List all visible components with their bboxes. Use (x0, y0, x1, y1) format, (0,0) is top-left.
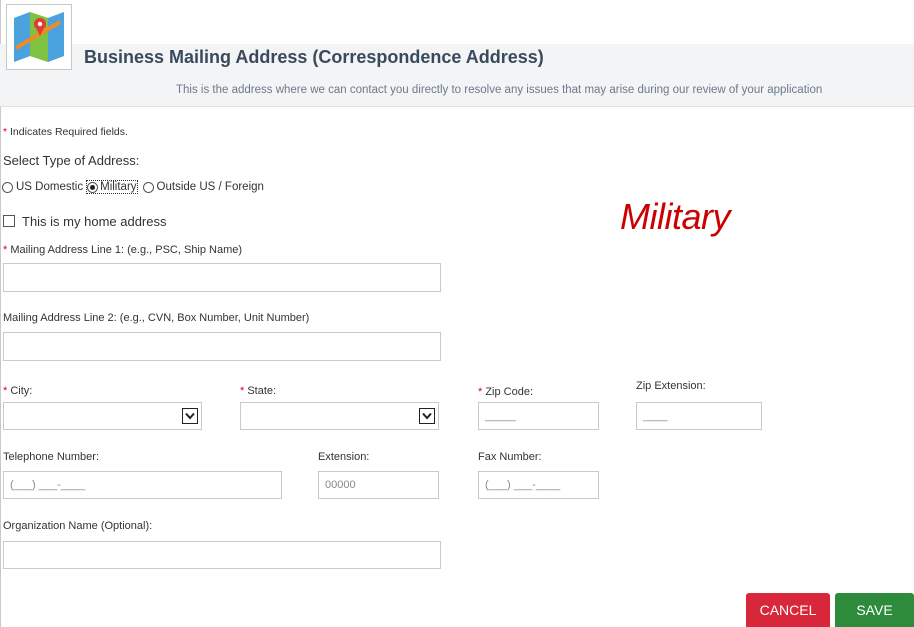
page-subtitle: This is the address where we can contact… (176, 84, 823, 96)
logo (6, 4, 72, 70)
radio-outside-us[interactable]: Outside US / Foreign (142, 181, 264, 193)
fax-input[interactable]: (___) ___-____ (478, 471, 599, 499)
state-select[interactable] (240, 402, 439, 430)
organization-label: Organization Name (Optional): (3, 520, 153, 532)
extension-input[interactable]: 00000 (318, 471, 439, 499)
radio-us-domestic[interactable]: US Domestic (2, 181, 83, 193)
extension-label: Extension: (318, 451, 370, 463)
address-line2-input[interactable] (3, 332, 441, 361)
cancel-button[interactable]: CANCEL (746, 593, 830, 627)
radio-military[interactable]: Military (86, 180, 138, 194)
radio-label: US Domestic (16, 181, 84, 193)
telephone-label: Telephone Number: (3, 451, 100, 463)
map-icon (14, 12, 64, 62)
address-line2-label: Mailing Address Line 2: (e.g., CVN, Box … (3, 312, 310, 324)
organization-input[interactable] (3, 541, 441, 569)
page-title: Business Mailing Address (Correspondence… (84, 47, 544, 67)
home-address-checkbox[interactable] (3, 215, 15, 227)
chevron-down-icon[interactable] (182, 408, 198, 424)
radio-circle-selected[interactable] (87, 181, 99, 193)
military-annotation: Military (620, 196, 731, 237)
home-address-label: This is my home address (22, 214, 167, 229)
zip-extension-label: Zip Extension: (636, 380, 706, 392)
radio-circle[interactable] (2, 181, 13, 193)
address-line1-label: * Mailing Address Line 1: (e.g., PSC, Sh… (3, 244, 243, 256)
chevron-down-icon[interactable] (419, 408, 435, 424)
address-type-label: Select Type of Address: (3, 153, 140, 168)
telephone-input[interactable]: (___) ___-____ (3, 471, 282, 499)
state-label: * State: (240, 385, 277, 397)
radio-label: Outside US / Foreign (156, 181, 264, 193)
radio-label: Military (100, 181, 137, 193)
address-line1-input[interactable] (3, 263, 441, 292)
zip-input[interactable]: _____ (478, 402, 599, 430)
address-type-group: US Domestic Military Outside US / Foreig… (2, 180, 264, 194)
required-note: * Indicates Required fields. (3, 126, 128, 138)
city-label: * City: (3, 385, 33, 397)
save-button[interactable]: SAVE (835, 593, 914, 627)
fax-label: Fax Number: (478, 451, 542, 463)
zip-extension-input[interactable]: ____ (636, 402, 762, 430)
radio-circle[interactable] (142, 181, 154, 193)
zip-label: * Zip Code: (478, 386, 534, 398)
city-select[interactable] (3, 402, 202, 430)
